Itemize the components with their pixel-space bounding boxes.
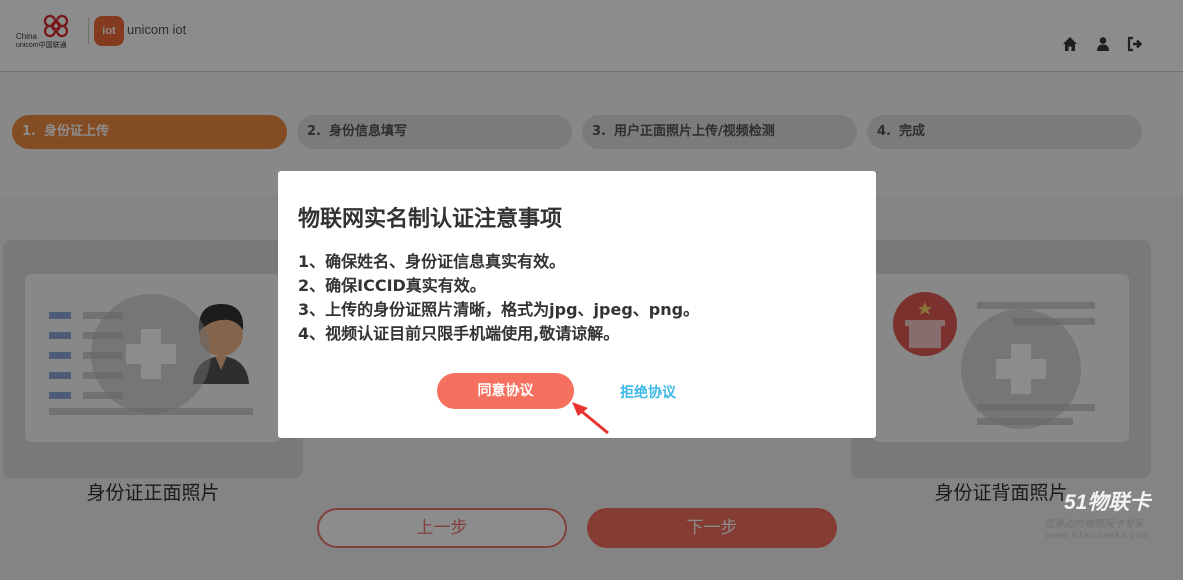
- notice-item: 3、上传的身份证照片清晰，格式为jpg、jpeg、png。: [298, 300, 700, 319]
- notice-item: 4、视频认证目前只限手机端使用,敬请谅解。: [298, 324, 620, 343]
- notice-item: 2、确保ICCID真实有效。: [298, 276, 486, 295]
- notice-list: 1、确保姓名、身份证信息真实有效。 2、确保ICCID真实有效。 3、上传的身份…: [298, 250, 699, 346]
- dialog-title: 物联网实名制认证注意事项: [298, 207, 563, 232]
- watermark-brand: 51物联卡: [1064, 491, 1151, 514]
- agree-button[interactable]: 同意协议: [437, 373, 574, 409]
- watermark-url: www.51wulianka.com: [1046, 530, 1151, 540]
- reject-link[interactable]: 拒绝协议: [620, 382, 676, 402]
- site-watermark: 51物联卡 您身边的物联网卡专家 www.51wulianka.com: [1040, 486, 1180, 544]
- watermark-slogan: 您身边的物联网卡专家: [1044, 519, 1144, 530]
- notice-item: 1、确保姓名、身份证信息真实有效。: [298, 252, 566, 271]
- pointer-arrow-icon: [572, 402, 609, 435]
